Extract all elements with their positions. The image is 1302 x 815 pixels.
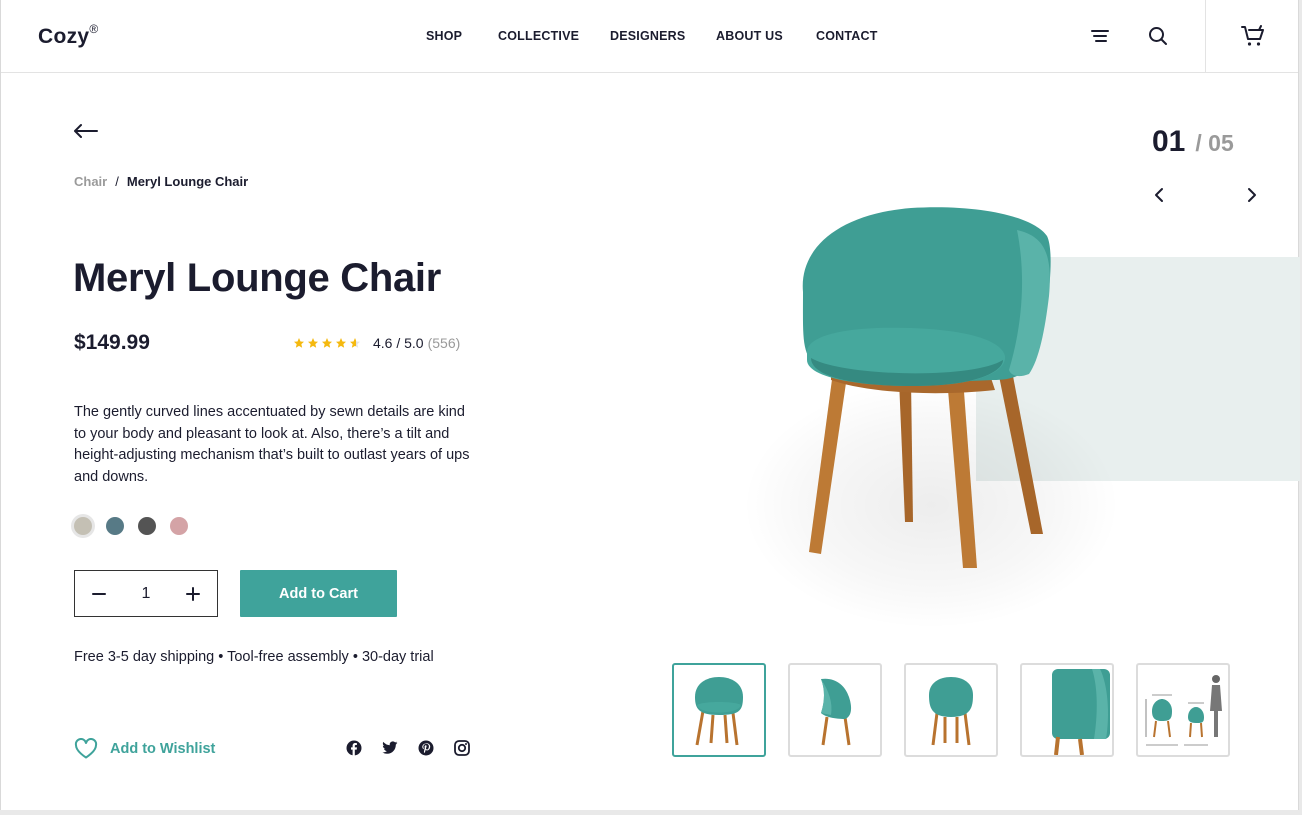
facebook-icon[interactable] <box>346 740 362 756</box>
shipping-perks: Free 3-5 day shipping • Tool-free assemb… <box>74 649 434 665</box>
gallery-next-button[interactable] <box>1242 185 1262 205</box>
star-icon <box>322 338 332 348</box>
color-swatch-charcoal[interactable] <box>138 517 156 535</box>
product-rating: 4.6 / 5.0 (556) <box>293 335 460 351</box>
breadcrumb-current: Meryl Lounge Chair <box>126 174 249 189</box>
cart-area <box>1205 0 1300 72</box>
product-price: $149.99 <box>74 331 150 354</box>
nav-contact[interactable]: CONTACT <box>816 29 878 43</box>
star-icon <box>308 338 318 348</box>
twitter-icon[interactable] <box>382 740 398 756</box>
pinterest-icon[interactable] <box>418 740 434 756</box>
back-arrow-icon[interactable] <box>73 120 99 142</box>
add-to-wishlist-button[interactable]: Add to Wishlist <box>74 738 215 759</box>
nav-designers[interactable]: DESIGNERS <box>610 29 716 43</box>
color-swatch-beige[interactable] <box>74 517 92 535</box>
product-page: Cozy® SHOP COLLECTIVE DESIGNERS ABOUT US… <box>0 0 1300 810</box>
chevron-left-icon <box>1155 188 1163 202</box>
gallery-current: 01 <box>1152 125 1186 158</box>
color-swatch-slate-blue[interactable] <box>106 517 124 535</box>
product-description: The gently curved lines accentuated by s… <box>74 404 470 486</box>
chevron-right-icon <box>1248 188 1256 202</box>
thumbnail-dimensions[interactable] <box>1136 663 1230 757</box>
thumbnail-front-view[interactable] <box>672 663 766 757</box>
logo[interactable]: Cozy® <box>38 22 99 49</box>
breadcrumb: Chair / Meryl Lounge Chair <box>74 174 248 189</box>
star-icon <box>336 338 346 348</box>
quantity-stepper: 1 <box>74 570 218 617</box>
gallery-prev-button[interactable] <box>1149 185 1169 205</box>
thumbnail-detail-view[interactable] <box>1020 663 1114 757</box>
gallery-thumbnails <box>672 663 1230 757</box>
color-swatch-rose[interactable] <box>170 517 188 535</box>
rating-count[interactable]: (556) <box>428 335 461 351</box>
product-title: Meryl Lounge Chair <box>73 256 441 300</box>
search-icon[interactable] <box>1144 22 1172 50</box>
breadcrumb-separator: / <box>115 174 119 189</box>
gallery-counter: 01 / 05 <box>1152 125 1234 159</box>
menu-icon[interactable] <box>1086 22 1114 50</box>
breadcrumb-parent[interactable]: Chair <box>74 174 107 189</box>
increase-quantity-button[interactable] <box>183 584 203 604</box>
nav-shop[interactable]: SHOP <box>426 29 498 43</box>
product-hero-image <box>802 207 1051 568</box>
instagram-icon[interactable] <box>454 740 470 756</box>
cart-icon[interactable] <box>1239 22 1267 50</box>
heart-icon <box>74 738 98 759</box>
gallery-total: / 05 <box>1195 130 1234 156</box>
decrease-quantity-button[interactable] <box>89 584 109 604</box>
quantity-value[interactable]: 1 <box>142 585 151 603</box>
site-header: Cozy® SHOP COLLECTIVE DESIGNERS ABOUT US… <box>1 0 1298 73</box>
main-nav: SHOP COLLECTIVE DESIGNERS ABOUT US CONTA… <box>426 29 878 43</box>
wishlist-label: Add to Wishlist <box>110 740 216 757</box>
rating-score: 4.6 / 5.0 <box>373 335 424 351</box>
thumbnail-side-view[interactable] <box>788 663 882 757</box>
plus-icon <box>186 586 200 601</box>
minus-icon <box>92 592 106 595</box>
social-links <box>346 740 470 756</box>
nav-about-us[interactable]: ABOUT US <box>716 29 816 43</box>
star-icon <box>294 338 304 348</box>
nav-collective[interactable]: COLLECTIVE <box>498 29 610 43</box>
rating-stars <box>293 337 361 349</box>
color-swatches <box>74 517 188 535</box>
add-to-cart-button[interactable]: Add to Cart <box>240 570 397 617</box>
half-star-icon <box>350 338 360 348</box>
thumbnail-back-view[interactable] <box>904 663 998 757</box>
